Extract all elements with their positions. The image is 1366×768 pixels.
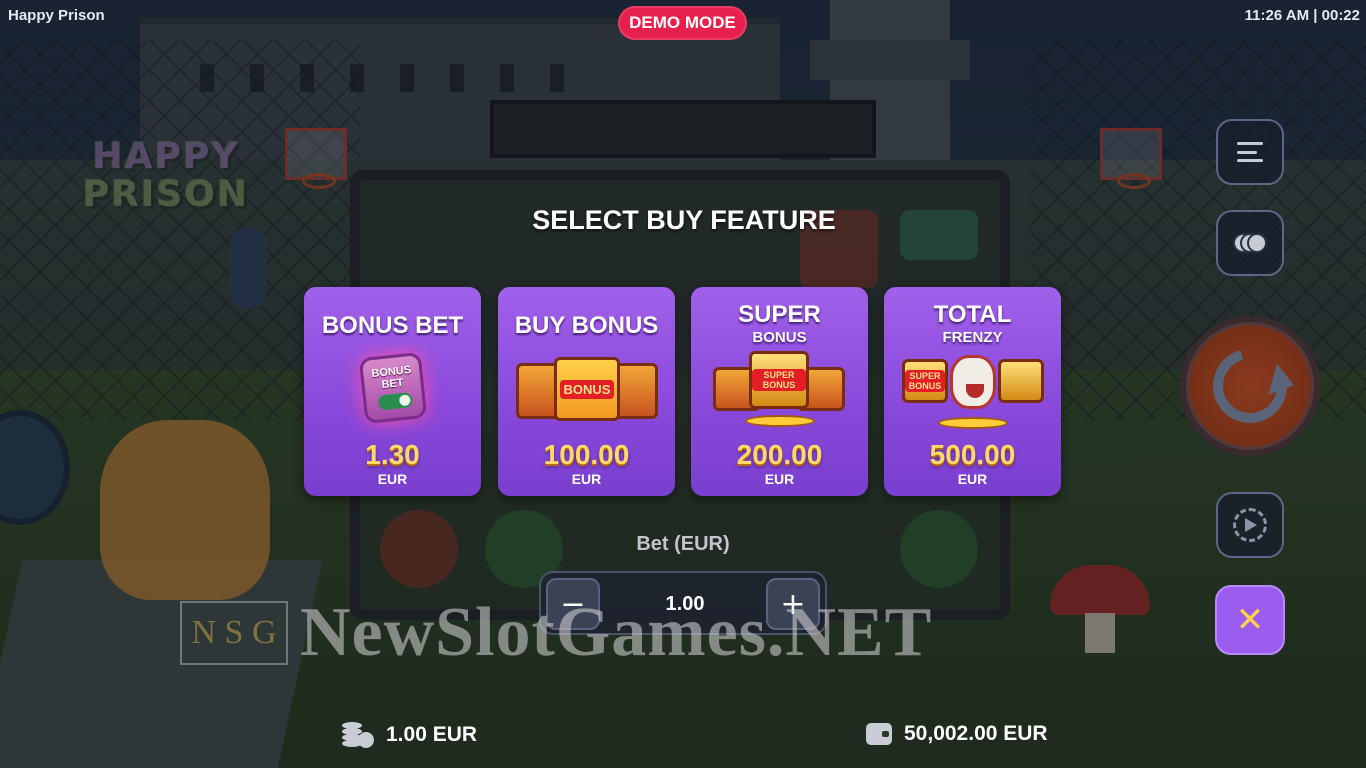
crate-icon: SUPER BONUS (749, 351, 809, 409)
card-title: SUPER (738, 301, 821, 328)
art-label: SUPER BONUS (905, 370, 945, 392)
buy-feature-title: SELECT BUY FEATURE (532, 205, 836, 235)
art-label: SUPER BONUS (752, 369, 806, 391)
buy-card-bonus-bet[interactable]: BONUS BET BONUS BET 1.30 EUR (304, 287, 481, 496)
watermark-text: NewSlotGames.NET (300, 594, 933, 671)
card-currency: EUR (377, 471, 408, 487)
bonus-crates-art: BONUS (512, 345, 661, 431)
card-currency: EUR (957, 471, 988, 487)
footer-stake: 1.00 EUR (342, 722, 477, 748)
art-label: BONUS (559, 379, 615, 399)
coins-icon (1233, 233, 1267, 253)
card-currency: EUR (571, 471, 602, 487)
stake-value: 1.00 EUR (386, 723, 478, 746)
crate-icon (998, 359, 1044, 403)
footer-balance: 50,002.00 EUR (866, 722, 1048, 746)
hamburger-icon (1237, 142, 1263, 162)
buy-card-buy-bonus[interactable]: BUY BONUS BONUS 100.00 EUR (498, 287, 675, 496)
bonus-bet-toggle-art: BONUS BET (318, 345, 467, 431)
card-title: TOTAL (933, 301, 1012, 328)
card-subtitle: BONUS (752, 329, 807, 346)
card-price: 200.00 (736, 439, 823, 470)
art-label: BONUS BET (370, 364, 412, 392)
demo-mode-badge: DEMO MODE (618, 6, 747, 40)
autoplay-button[interactable] (1216, 492, 1284, 558)
balance-value: 50,002.00 EUR (904, 722, 1048, 745)
app-title: Happy Prison (8, 7, 105, 24)
watermark-logo: N S G (180, 601, 288, 665)
watermark: N S G NewSlotGames.NET (180, 594, 932, 671)
bet-coins-button[interactable] (1216, 210, 1284, 276)
spin-button[interactable] (1180, 316, 1320, 456)
card-title: BONUS BET (321, 312, 464, 339)
buy-feature-cards: BONUS BET BONUS BET 1.30 EUR BUY BONUS B… (304, 287, 1062, 497)
pedestal-icon (938, 417, 1008, 429)
buy-card-super-bonus[interactable]: SUPER BONUS SUPER BONUS 200.00 EUR (691, 287, 868, 496)
wallet-icon (866, 723, 892, 745)
toggle-icon (377, 392, 413, 411)
buy-card-total-frenzy[interactable]: TOTAL FRENZY SUPER BONUS 500.00 EUR (884, 287, 1061, 496)
clock-and-session-timer: 11:26 AM | 00:22 (1244, 7, 1360, 24)
close-icon: ✕ (1235, 600, 1265, 640)
card-price: 100.00 (543, 439, 630, 470)
coin-stack-icon (342, 722, 374, 748)
pedestal-icon (745, 415, 815, 427)
spin-arrow-icon (1199, 335, 1301, 437)
total-frenzy-art: SUPER BONUS (898, 345, 1047, 431)
card-subtitle: FRENZY (942, 329, 1003, 346)
unicorn-icon (950, 355, 996, 409)
card-price: 1.30 (365, 439, 420, 470)
crate-icon: BONUS (554, 357, 620, 421)
menu-button[interactable] (1216, 119, 1284, 185)
crate-icon: SUPER BONUS (902, 359, 948, 403)
card-title: BUY BONUS (514, 312, 659, 339)
card-currency: EUR (764, 471, 795, 487)
card-price: 500.00 (929, 439, 1016, 470)
bet-label: Bet (EUR) (636, 533, 730, 555)
super-bonus-crates-art: SUPER BONUS (705, 345, 854, 431)
close-buy-feature-button[interactable]: ✕ (1215, 585, 1285, 655)
autoplay-icon (1233, 508, 1267, 542)
